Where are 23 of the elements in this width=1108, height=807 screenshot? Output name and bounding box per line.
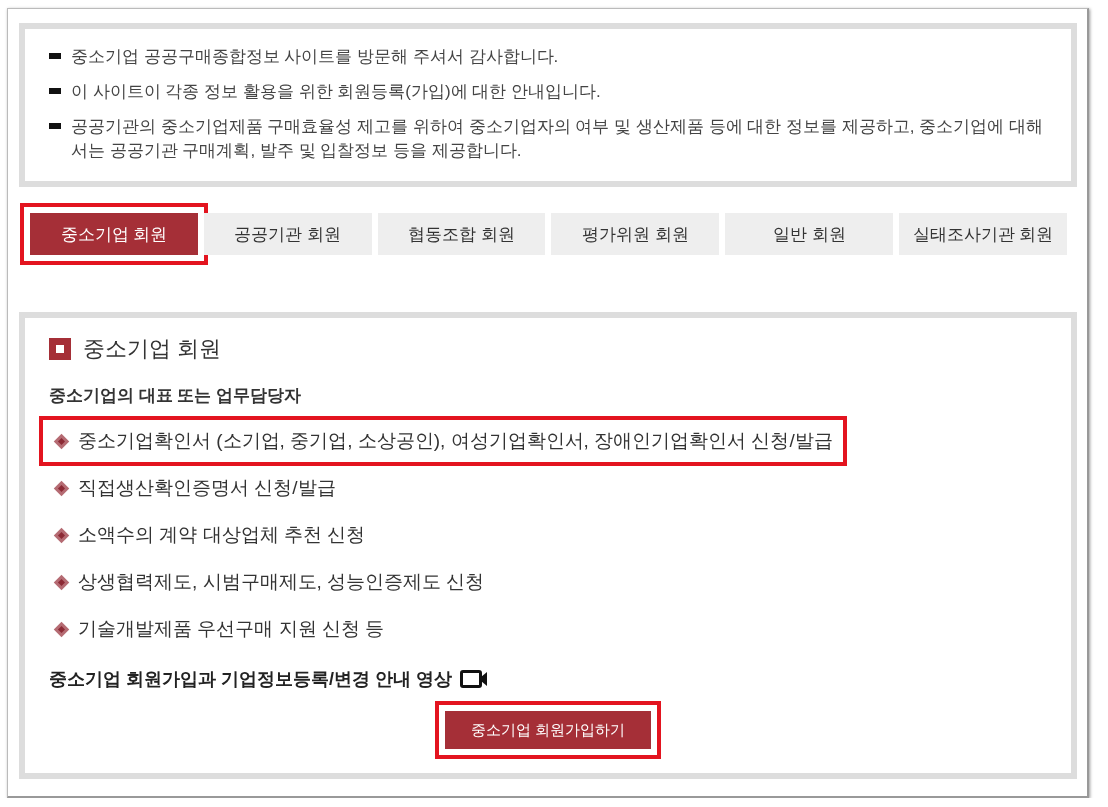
service-item: 중소기업확인서 (소기업, 중기업, 소상공인), 여성기업확인서, 장애인기업확인서 신청/발급: [78, 429, 833, 453]
section-title: 중소기업 회원: [83, 335, 222, 363]
member-tab[interactable]: 공공기관 회원: [203, 213, 372, 255]
video-guide-text: 중소기업 회원가입과 기업정보등록/변경 안내 영상: [49, 668, 452, 691]
service-item: 상생협력제도, 시범구매제도, 성능인증제도 신청: [78, 570, 485, 594]
video-camera-icon[interactable]: [460, 669, 488, 689]
member-tab[interactable]: 평가위원 회원: [551, 213, 720, 255]
member-tab[interactable]: 협동조합 회원: [377, 213, 546, 255]
intro-text: 공공기관의 중소기업제품 구매효율성 제고를 위하여 중소기업자의 여부 및 생산제품 등에 대한 정보를 제공하고, 중소기업에 대해서는 공공기관 구매계획, 발주 및 입찰정보 등을 제공합니다.: [71, 116, 1044, 162]
section-subtitle: 중소기업의 대표 또는 업무담당자: [49, 385, 303, 407]
intro-text: 중소기업 공공구매종합정보 사이트를 방문해 주셔서 감사합니다.: [71, 46, 559, 68]
member-tab[interactable]: 실태조사기관 회원: [899, 213, 1067, 255]
service-item: 직접생산확인증명서 신청/발급: [78, 476, 336, 500]
join-button[interactable]: 중소기업 회원가입하기: [445, 711, 651, 749]
service-item: 소액수의 계약 대상업체 추천 신청: [78, 523, 366, 547]
member-tab[interactable]: 중소기업 회원: [30, 213, 198, 255]
bullet-icon: [49, 53, 61, 59]
intro-text: 이 사이트이 각종 정보 활용을 위한 회원등록(가입)에 대한 안내입니다.: [71, 81, 601, 103]
bullet-icon: [49, 88, 61, 94]
square-icon: [49, 338, 71, 360]
service-item: 기술개발제품 우선구매 지원 신청 등: [78, 617, 385, 641]
bullet-icon: [49, 123, 61, 129]
member-tab[interactable]: 일반 회원: [725, 213, 894, 255]
